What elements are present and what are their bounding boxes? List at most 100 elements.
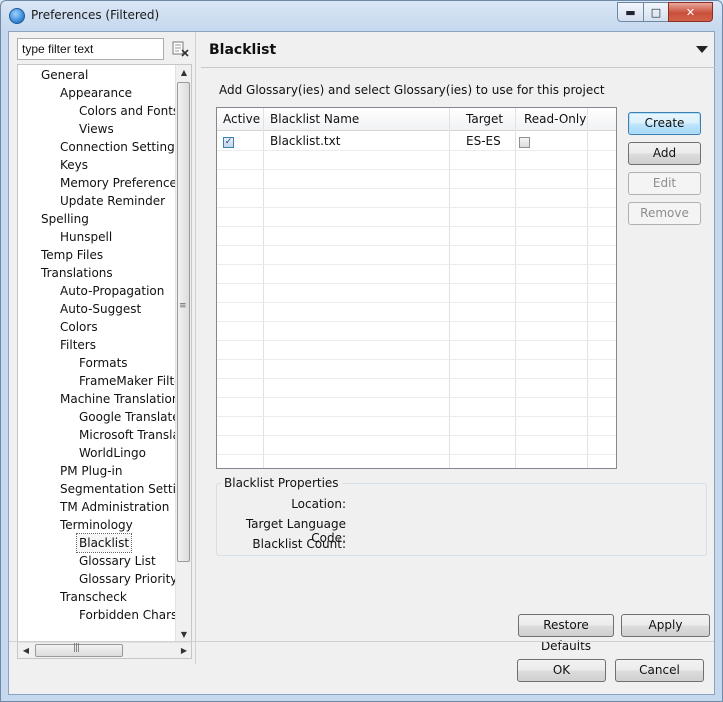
tree-item[interactable]: PM Plug-in bbox=[60, 462, 122, 480]
row-grid-line bbox=[217, 207, 616, 208]
vertical-scroll-thumb[interactable] bbox=[177, 82, 190, 562]
app-icon bbox=[9, 8, 25, 24]
tree-item[interactable]: TM Administration bbox=[60, 498, 169, 516]
table-header: Active Blacklist Name Target Read-Only bbox=[217, 108, 616, 131]
tree-item[interactable]: Machine Translation bbox=[60, 390, 178, 408]
blacklist-count-label: Blacklist Count: bbox=[252, 537, 346, 551]
view-menu-arrow-icon[interactable] bbox=[696, 46, 708, 53]
row-grid-line bbox=[217, 435, 616, 436]
tree-item[interactable]: Glossary List bbox=[79, 552, 156, 570]
column-header-read-only[interactable]: Read-Only bbox=[518, 108, 586, 131]
page-header: Blacklist bbox=[201, 34, 715, 66]
scroll-left-icon[interactable]: ◀ bbox=[18, 643, 34, 658]
tree-item[interactable]: Spelling bbox=[41, 210, 89, 228]
cancel-button[interactable]: Cancel bbox=[615, 659, 704, 682]
tree-item[interactable]: WorldLingo bbox=[79, 444, 146, 462]
close-icon: ✕ bbox=[685, 5, 696, 19]
tree-item[interactable]: Segmentation Settings bbox=[60, 480, 178, 498]
horizontal-grip-icon: ||| bbox=[73, 643, 80, 653]
tree-item[interactable]: Colors and Fonts bbox=[79, 102, 178, 120]
tree-item[interactable]: Translations bbox=[41, 264, 113, 282]
row-grid-line bbox=[217, 340, 616, 341]
active-checkbox[interactable]: ✓ bbox=[223, 137, 234, 148]
check-icon: ✓ bbox=[224, 137, 233, 147]
minimize-icon: ▬ bbox=[625, 5, 636, 19]
tree-vertical-scrollbar[interactable]: ▲ ≡ ▼ bbox=[175, 65, 191, 643]
header-separator bbox=[201, 67, 715, 68]
tree-item[interactable]: Appearance bbox=[60, 84, 132, 102]
row-grid-line bbox=[217, 416, 616, 417]
row-grid-line bbox=[217, 169, 616, 170]
row-grid-line bbox=[217, 245, 616, 246]
horizontal-scroll-thumb[interactable]: ||| bbox=[35, 643, 123, 657]
column-divider bbox=[587, 108, 588, 468]
tree-item[interactable]: Transcheck bbox=[60, 588, 127, 606]
pane-divider[interactable] bbox=[195, 32, 196, 664]
tree-item[interactable]: Glossary Priority bbox=[79, 570, 177, 588]
preference-tree[interactable]: General Appearance Colors and Fonts Views Co… bbox=[17, 64, 192, 659]
add-button[interactable]: Add bbox=[628, 142, 701, 165]
title-bar[interactable]: Preferences (Filtered) ▬ □ ✕ bbox=[1, 1, 722, 31]
tree-item[interactable]: Colors bbox=[60, 318, 98, 336]
column-divider bbox=[449, 108, 450, 468]
tree-item[interactable]: Formats bbox=[79, 354, 128, 372]
window-title: Preferences (Filtered) bbox=[31, 8, 160, 22]
ok-button[interactable]: OK bbox=[517, 659, 606, 682]
column-header-name[interactable]: Blacklist Name bbox=[264, 108, 359, 131]
close-button[interactable]: ✕ bbox=[668, 2, 713, 22]
restore-defaults-button[interactable]: Restore Defaults bbox=[518, 614, 614, 653]
row-grid-line bbox=[217, 359, 616, 360]
row-grid-line bbox=[217, 321, 616, 322]
scroll-up-icon[interactable]: ▲ bbox=[176, 65, 191, 81]
preferences-window: Preferences (Filtered) ▬ □ ✕ GeneralAppe… bbox=[0, 0, 723, 702]
column-header-target[interactable]: Target bbox=[460, 108, 503, 131]
tree-item[interactable]: Connection Settings bbox=[60, 138, 178, 156]
tree-items: General Appearance Colors and Fonts Views Co… bbox=[18, 65, 178, 643]
tree-item[interactable]: Update Reminder bbox=[60, 192, 165, 210]
tree-item[interactable]: Google Translate bbox=[79, 408, 178, 426]
tree-item[interactable]: Memory Preferences bbox=[60, 174, 178, 192]
maximize-button[interactable]: □ bbox=[643, 2, 669, 22]
row-grid-line bbox=[217, 397, 616, 398]
page-description: Add Glossary(ies) and select Glossary(ie… bbox=[219, 83, 605, 97]
row-grid-line bbox=[217, 378, 616, 379]
create-button[interactable]: Create bbox=[628, 112, 701, 135]
filter-input[interactable] bbox=[17, 38, 164, 60]
tree-item[interactable]: FrameMaker Filter bbox=[79, 372, 178, 390]
row-grid-line bbox=[217, 188, 616, 189]
read-only-checkbox[interactable] bbox=[519, 137, 530, 148]
dialog-client-area: GeneralAppearanceColors and FontsViewsCo… bbox=[8, 31, 715, 695]
blacklist-table[interactable]: Active Blacklist Name Target Read-Only ✓… bbox=[216, 107, 617, 469]
tree-item[interactable]: Temp Files bbox=[41, 246, 103, 264]
edit-button[interactable]: Edit bbox=[628, 172, 701, 195]
column-divider bbox=[263, 108, 264, 468]
column-divider bbox=[515, 108, 516, 468]
vertical-grip-icon: ≡ bbox=[179, 301, 187, 311]
location-label: Location: bbox=[291, 497, 346, 511]
tree-item[interactable]: General bbox=[41, 66, 88, 84]
tree-item[interactable]: Auto-Propagation bbox=[60, 282, 164, 300]
minimize-button[interactable]: ▬ bbox=[617, 2, 644, 22]
row-grid-line bbox=[217, 226, 616, 227]
maximize-icon: □ bbox=[650, 5, 662, 19]
scroll-right-icon[interactable]: ▶ bbox=[176, 643, 191, 658]
tree-item[interactable]: Terminology bbox=[60, 516, 133, 534]
remove-button[interactable]: Remove bbox=[628, 202, 701, 225]
row-grid-line bbox=[217, 454, 616, 455]
tree-item[interactable]: Keys bbox=[60, 156, 88, 174]
tree-item[interactable]: Filters bbox=[60, 336, 96, 354]
row-grid-line bbox=[217, 264, 616, 265]
column-header-active[interactable]: Active bbox=[217, 108, 260, 131]
properties-group-title: Blacklist Properties bbox=[221, 476, 342, 490]
blacklist-name-cell: Blacklist.txt bbox=[270, 134, 341, 148]
tree-item[interactable]: Microsoft Translat bbox=[79, 426, 178, 444]
clear-filter-icon[interactable] bbox=[172, 41, 190, 57]
tree-horizontal-scrollbar[interactable]: ◀ ||| ▶ bbox=[18, 642, 191, 658]
tree-item[interactable]: Forbidden Chars bbox=[79, 606, 177, 624]
tree-item[interactable]: Views bbox=[79, 120, 114, 138]
tree-item[interactable]: Hunspell bbox=[60, 228, 112, 246]
tree-item[interactable]: Auto-Suggest bbox=[60, 300, 141, 318]
tree-item[interactable]: Blacklist bbox=[75, 533, 133, 553]
dialog-button-separator bbox=[9, 641, 714, 642]
apply-button[interactable]: Apply bbox=[621, 614, 710, 637]
